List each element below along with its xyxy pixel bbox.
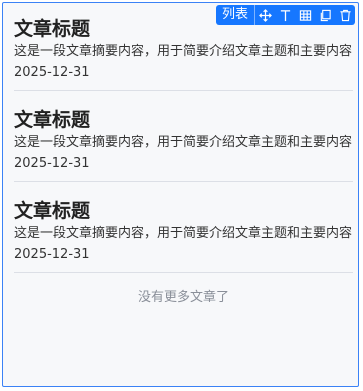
article-title[interactable]: 文章标题 [14, 107, 353, 133]
component-toolbar: 列表 [215, 5, 355, 25]
article-date: 2025-12-31 [14, 247, 90, 262]
article-title[interactable]: 文章标题 [14, 198, 353, 224]
copy-icon[interactable] [315, 5, 335, 25]
article-summary: 这是一段文章摘要内容，用于简要介绍文章主题和主要内容 [14, 44, 353, 59]
article-item[interactable]: 文章标题 这是一段文章摘要内容，用于简要介绍文章主题和主要内容 2025-12-… [14, 104, 353, 182]
article-list: 文章标题 这是一段文章摘要内容，用于简要介绍文章主题和主要内容 2025-12-… [14, 13, 353, 305]
article-summary: 这是一段文章摘要内容，用于简要介绍文章主题和主要内容 [14, 135, 353, 150]
move-icon[interactable] [255, 5, 275, 25]
component-type-label: 列表 [216, 5, 255, 25]
no-more-articles-text: 没有更多文章了 [137, 290, 229, 305]
align-top-icon[interactable] [275, 5, 295, 25]
delete-icon[interactable] [335, 5, 355, 25]
table-icon[interactable] [295, 5, 315, 25]
article-date: 2025-12-31 [14, 65, 90, 80]
article-summary: 这是一段文章摘要内容，用于简要介绍文章主题和主要内容 [14, 226, 353, 241]
article-date: 2025-12-31 [14, 156, 90, 171]
article-item[interactable]: 文章标题 这是一段文章摘要内容，用于简要介绍文章主题和主要内容 2025-12-… [14, 195, 353, 273]
selected-list-component[interactable]: 列表 文章标题 这是一段文章摘要内容，用于简要介绍文章主题和主要内容 2025-… [2, 2, 359, 387]
